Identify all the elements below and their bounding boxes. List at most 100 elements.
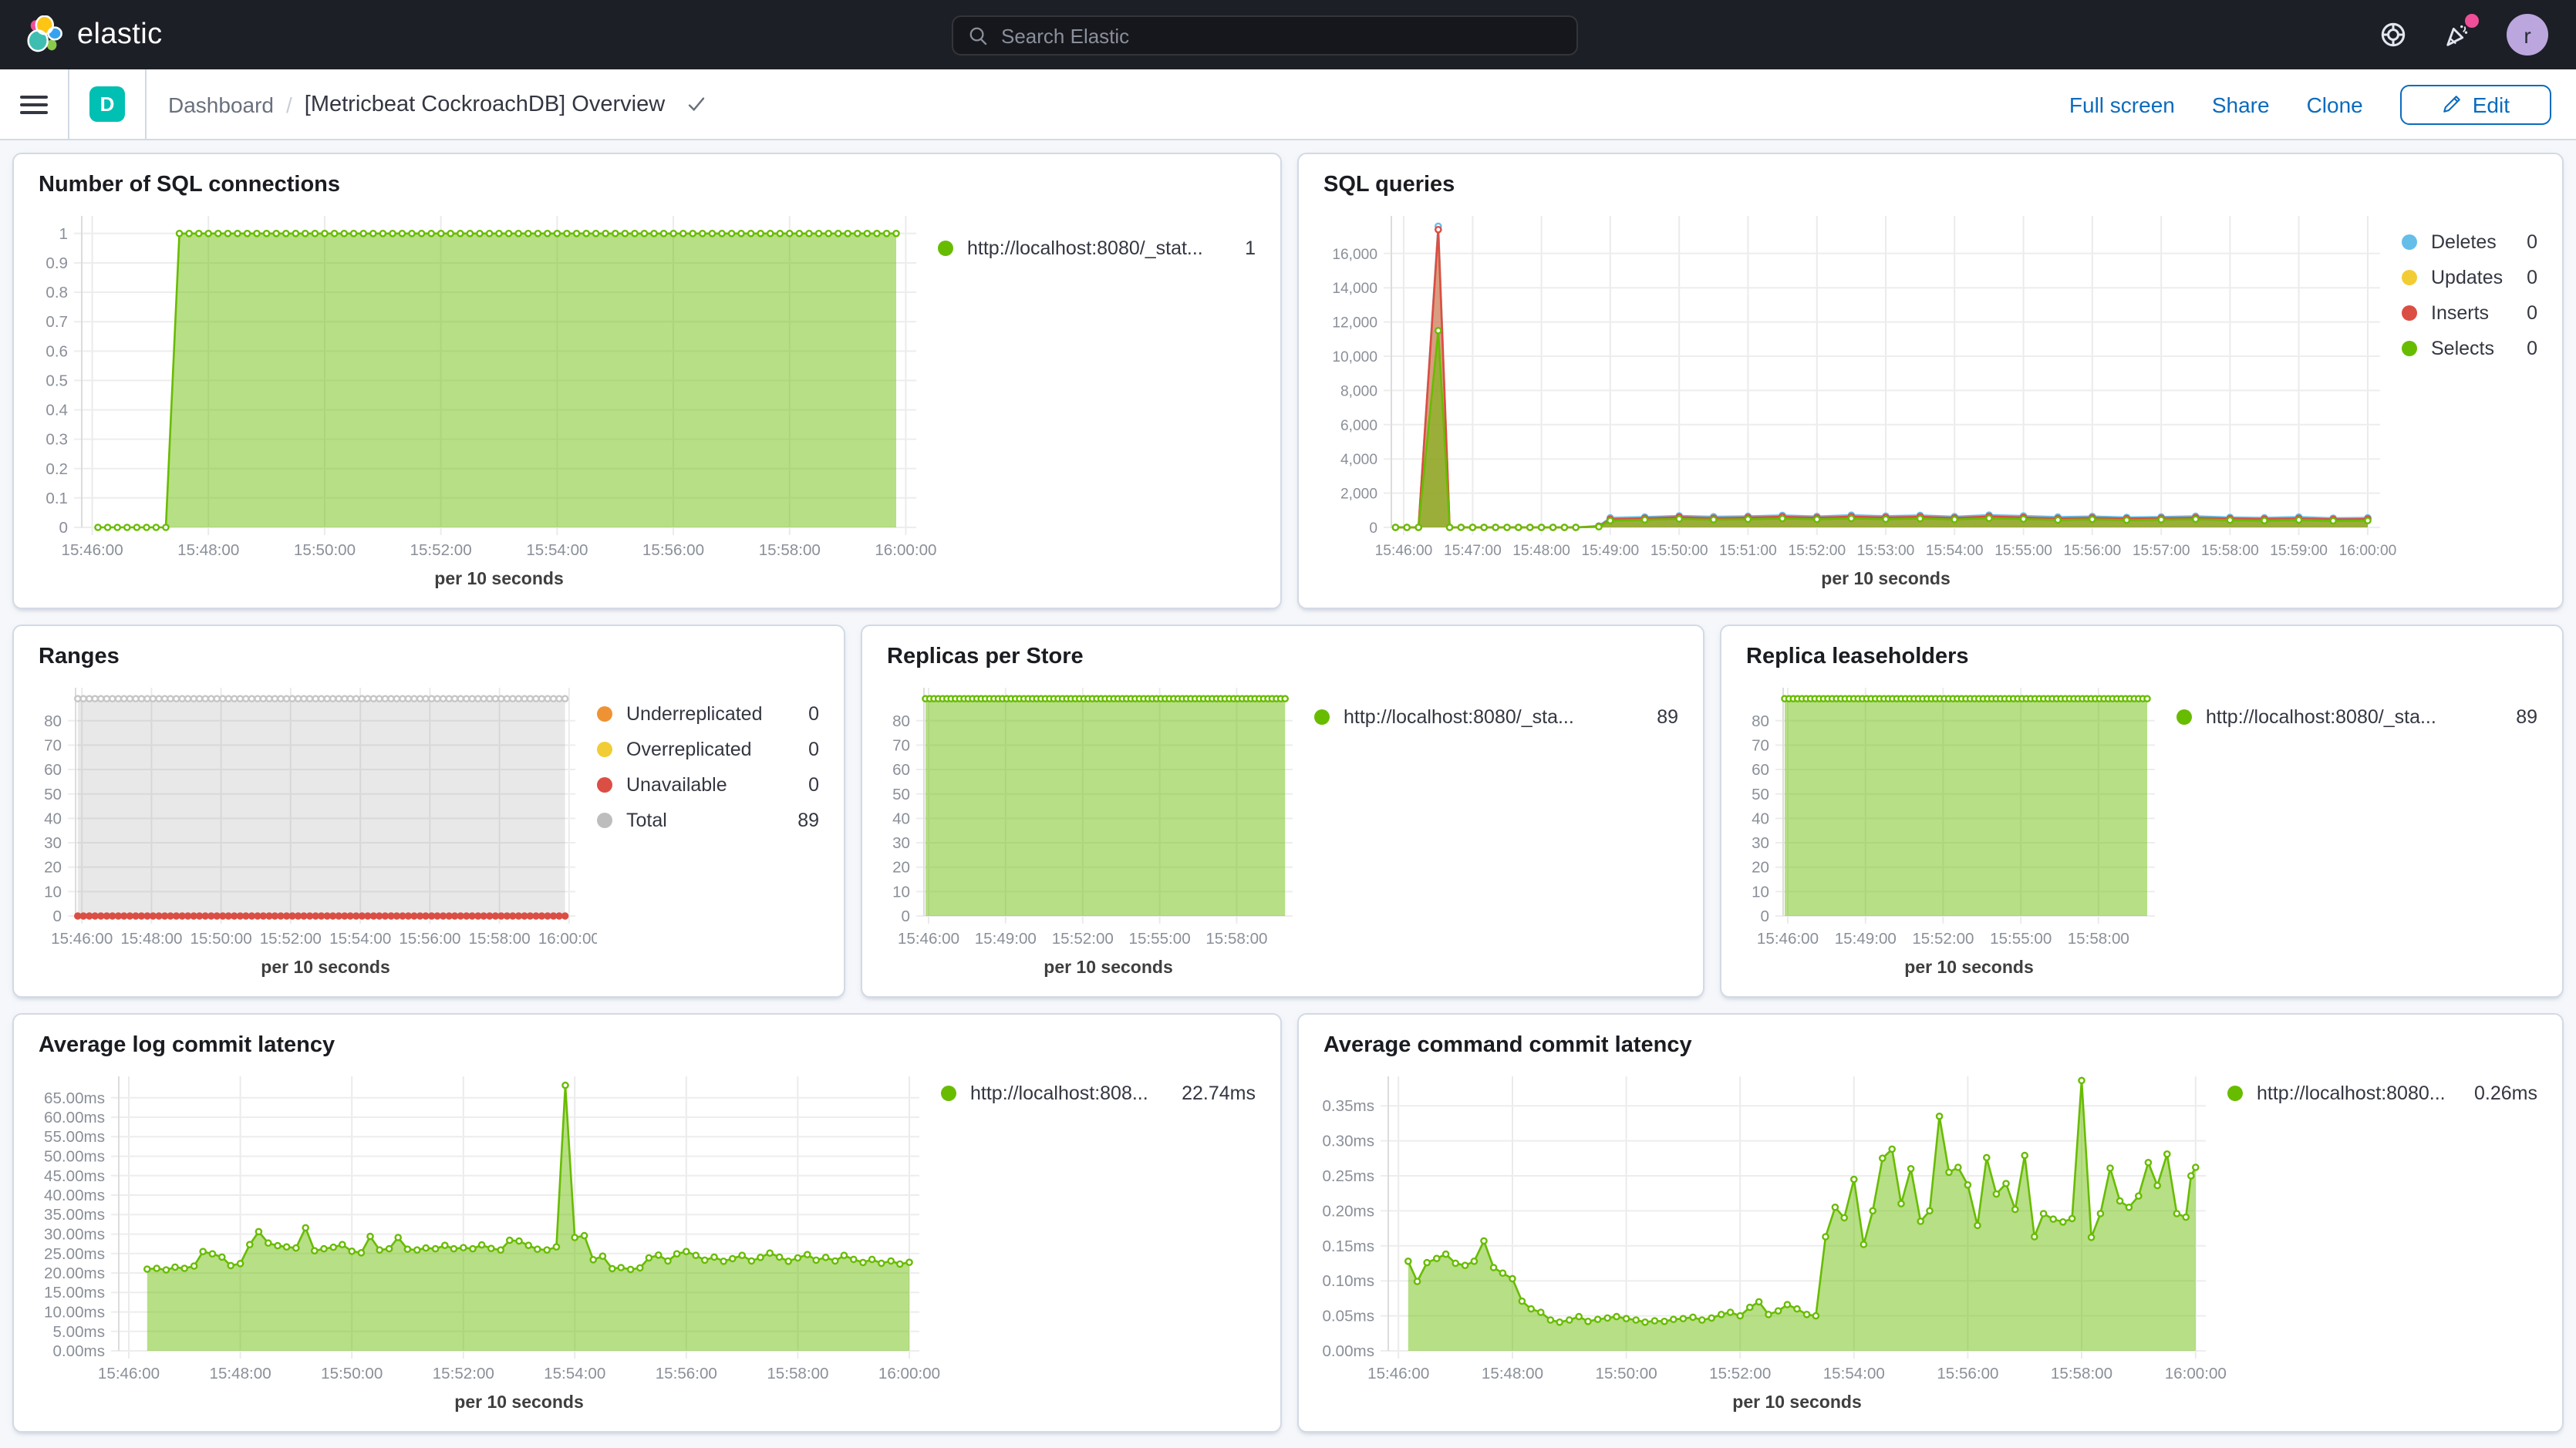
svg-text:per 10 seconds: per 10 seconds: [1732, 1392, 1861, 1412]
search-icon: [969, 25, 989, 45]
svg-text:16,000: 16,000: [1332, 247, 1377, 263]
legend-label: Underreplicated: [626, 703, 793, 725]
legend-value: 0: [2527, 338, 2537, 359]
panel-number-of-sql-connections: Number of SQL connections 00.10.20.30.40…: [12, 153, 1282, 609]
svg-text:55.00ms: 55.00ms: [44, 1128, 105, 1146]
panel-title: Replica leaseholders: [1740, 641, 2544, 669]
chart-plot-area[interactable]: 0102030405060708015:46:0015:49:0015:52:0…: [881, 669, 1314, 987]
breadcrumb-separator: /: [286, 92, 292, 116]
svg-text:0.35ms: 0.35ms: [1322, 1097, 1374, 1115]
svg-text:20: 20: [44, 859, 62, 877]
svg-text:15:50:00: 15:50:00: [1650, 543, 1708, 559]
legend-item[interactable]: Inserts0: [2402, 302, 2537, 324]
svg-text:10,000: 10,000: [1332, 349, 1377, 365]
top-chrome-bar: elastic Search Elastic: [0, 0, 2576, 69]
svg-text:70: 70: [1752, 736, 1769, 754]
svg-text:15:53:00: 15:53:00: [1857, 543, 1915, 559]
panel-sql-queries: SQL queries 02,0004,0006,0008,00010,0001…: [1297, 153, 2564, 609]
panel-title: Replicas per Store: [881, 641, 1684, 669]
chart-plot-area[interactable]: 00.10.20.30.40.50.60.70.80.9115:46:0015:…: [32, 197, 938, 598]
help-icon[interactable]: [2377, 19, 2408, 50]
svg-text:15:59:00: 15:59:00: [2270, 543, 2328, 559]
full-screen-button[interactable]: Full screen: [2069, 92, 2175, 116]
svg-text:15:48:00: 15:48:00: [1482, 1365, 1543, 1382]
legend-item[interactable]: Total89: [597, 810, 819, 831]
legend-item[interactable]: Updates0: [2402, 267, 2537, 288]
legend-item[interactable]: Deletes0: [2402, 231, 2537, 253]
svg-text:15:56:00: 15:56:00: [2063, 543, 2121, 559]
panel-average-command-commit-latency: Average command commit latency 0.00ms0.0…: [1297, 1013, 2564, 1433]
legend-item[interactable]: http://localhost:808...22.74ms: [941, 1083, 1256, 1104]
edit-button-label: Edit: [2473, 92, 2510, 116]
svg-text:0: 0: [59, 519, 68, 537]
edit-button[interactable]: Edit: [2400, 84, 2551, 124]
avatar-initial: r: [2524, 22, 2530, 47]
svg-text:16:00:00: 16:00:00: [878, 1365, 940, 1382]
svg-text:20: 20: [1752, 859, 1769, 877]
elastic-logo-icon: [25, 15, 63, 54]
svg-text:15:52:00: 15:52:00: [260, 930, 322, 948]
breadcrumb: Dashboard / [Metricbeat CockroachDB] Ove…: [147, 92, 728, 116]
legend-label: http://localhost:8080/_stat...: [967, 237, 1229, 259]
clone-button[interactable]: Clone: [2307, 92, 2363, 116]
legend-item[interactable]: Unavailable0: [597, 774, 819, 796]
svg-text:15:55:00: 15:55:00: [1990, 930, 2052, 948]
svg-text:10: 10: [44, 883, 62, 901]
svg-text:0.4: 0.4: [46, 402, 68, 419]
svg-text:60: 60: [1752, 761, 1769, 779]
legend-item[interactable]: http://localhost:8080/_sta...89: [1314, 706, 1678, 728]
chart-plot-area[interactable]: 02,0004,0006,0008,00010,00012,00014,0001…: [1317, 197, 2402, 598]
legend-item[interactable]: Underreplicated0: [597, 703, 819, 725]
legend-value: 22.74ms: [1182, 1083, 1256, 1104]
svg-text:15:52:00: 15:52:00: [1912, 930, 1974, 948]
search-input[interactable]: Search Elastic: [952, 15, 1578, 56]
chart-legend: http://localhost:8080/_sta...89: [1314, 669, 1684, 987]
chart-plot-area[interactable]: 0102030405060708015:46:0015:49:0015:52:0…: [1740, 669, 2176, 987]
check-icon[interactable]: [686, 94, 706, 114]
svg-text:15:51:00: 15:51:00: [1719, 543, 1777, 559]
svg-text:50: 50: [44, 786, 62, 803]
svg-text:6,000: 6,000: [1340, 418, 1377, 434]
legend-value: 89: [2516, 706, 2537, 728]
legend-value: 0.26ms: [2474, 1083, 2537, 1104]
svg-text:15:52:00: 15:52:00: [1052, 930, 1114, 948]
svg-text:0.00ms: 0.00ms: [1322, 1342, 1374, 1360]
svg-text:15:56:00: 15:56:00: [1937, 1365, 1998, 1382]
legend-item[interactable]: http://localhost:8080/_sta... 89: [2176, 706, 2537, 728]
svg-text:40: 40: [892, 810, 910, 827]
legend-color-dot: [2402, 270, 2417, 285]
legend-item[interactable]: http://localhost:8080/_stat...1: [938, 237, 1256, 259]
svg-text:2,000: 2,000: [1340, 487, 1377, 503]
svg-text:0: 0: [1369, 520, 1377, 537]
svg-text:25.00ms: 25.00ms: [44, 1245, 105, 1263]
svg-text:8,000: 8,000: [1340, 383, 1377, 399]
legend-label: http://localhost:8080/_sta...: [2206, 706, 2500, 728]
svg-text:16:00:00: 16:00:00: [538, 930, 597, 948]
legend-color-dot: [1314, 709, 1330, 725]
svg-text:60.00ms: 60.00ms: [44, 1109, 105, 1126]
elastic-logo[interactable]: elastic: [0, 15, 187, 54]
hamburger-menu-icon[interactable]: [20, 90, 48, 118]
chart-plot-area[interactable]: 0.00ms0.05ms0.10ms0.15ms0.20ms0.25ms0.30…: [1317, 1058, 2227, 1422]
dashboard-app-badge[interactable]: D: [89, 86, 125, 122]
panel-title: Average log commit latency: [32, 1030, 1262, 1058]
svg-text:15:58:00: 15:58:00: [1205, 930, 1267, 948]
newsfeed-icon[interactable]: [2442, 19, 2473, 50]
share-button[interactable]: Share: [2212, 92, 2270, 116]
svg-text:70: 70: [44, 736, 62, 754]
legend-label: Updates: [2431, 267, 2511, 288]
svg-text:30: 30: [44, 834, 62, 852]
menu-section: [0, 69, 69, 139]
breadcrumb-dashboard-link[interactable]: Dashboard: [168, 92, 274, 116]
svg-text:15:56:00: 15:56:00: [399, 930, 460, 948]
panel-title: SQL queries: [1317, 170, 2544, 197]
legend-item[interactable]: Overreplicated0: [597, 739, 819, 760]
chart-plot-area[interactable]: 0.00ms5.00ms10.00ms15.00ms20.00ms25.00ms…: [32, 1058, 941, 1422]
avatar[interactable]: r: [2507, 14, 2548, 56]
svg-text:15:48:00: 15:48:00: [1512, 543, 1570, 559]
legend-item[interactable]: http://localhost:8080...0.26ms: [2227, 1083, 2537, 1104]
chart-plot-area[interactable]: 0102030405060708015:46:0015:48:0015:50:0…: [32, 669, 597, 987]
svg-text:35.00ms: 35.00ms: [44, 1206, 105, 1224]
legend-item[interactable]: Selects0: [2402, 338, 2537, 359]
svg-text:0: 0: [902, 908, 910, 925]
